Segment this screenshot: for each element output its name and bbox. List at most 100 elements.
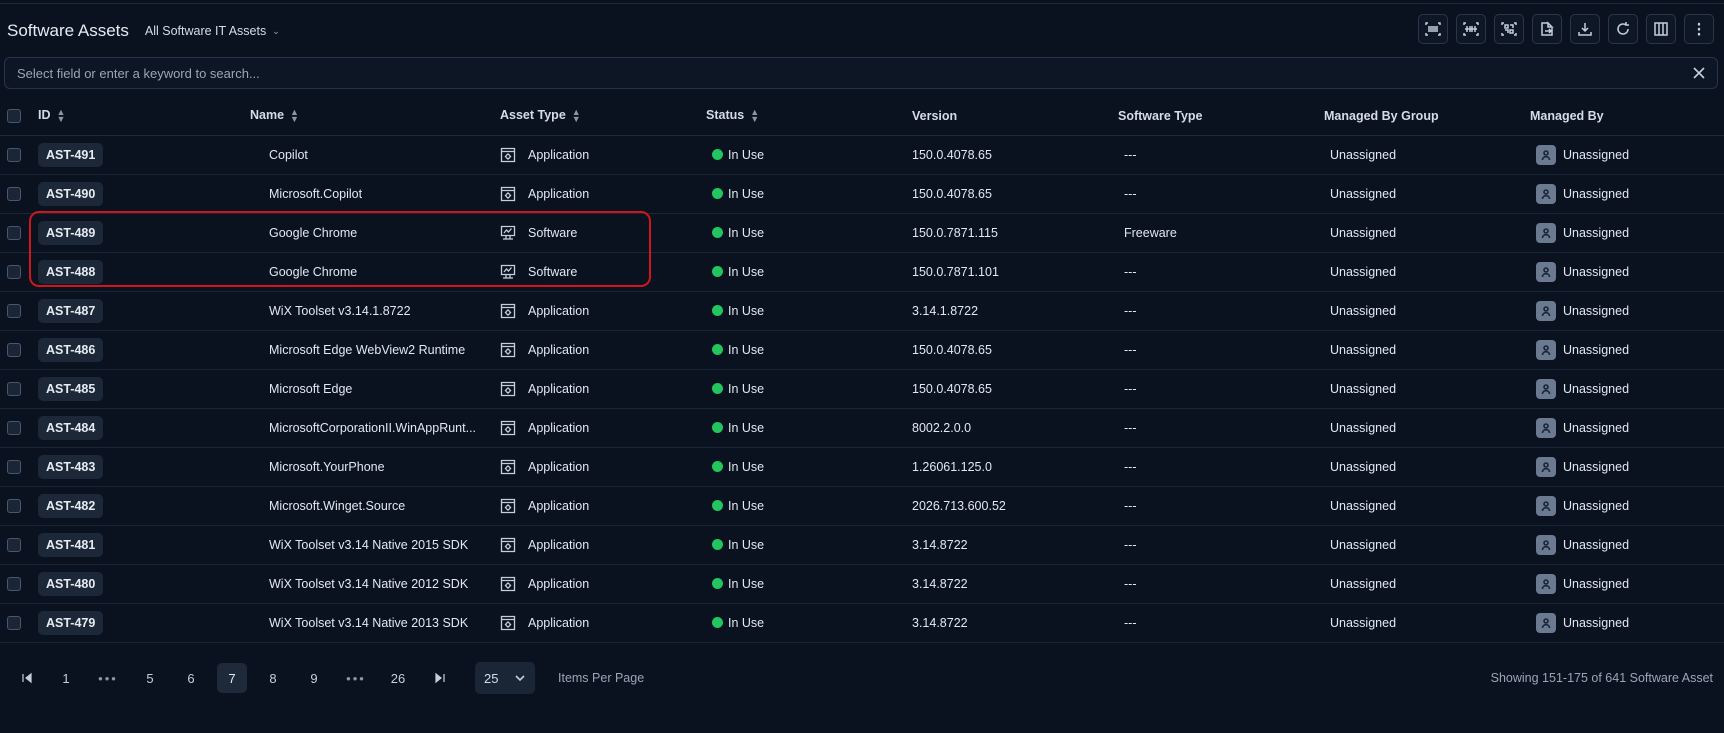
managed-by-group-cell: Unassigned (1324, 174, 1530, 214)
table-row[interactable]: AST-490 Microsoft.Copilot Application In Us… (0, 174, 1724, 214)
managed-by-group-cell: Unassigned (1324, 447, 1530, 487)
row-checkbox[interactable] (7, 225, 21, 240)
asset-name[interactable]: Google Chrome (250, 213, 500, 253)
table-row[interactable]: AST-483 Microsoft.YourPhone Application In … (0, 447, 1724, 487)
asset-name[interactable]: Microsoft.Copilot (250, 174, 500, 214)
table-row[interactable]: AST-488 Google Chrome Software In Use 150.0.… (0, 252, 1724, 292)
row-checkbox[interactable] (7, 303, 21, 318)
table-row[interactable]: AST-487 WiX Toolset v3.14.1.8722 Applicati… (0, 291, 1724, 331)
application-icon (500, 576, 516, 591)
row-checkbox[interactable] (7, 420, 21, 435)
column-header-status[interactable]: Status ▲ ▼ (706, 97, 912, 136)
version-cell: 150.0.4078.65 (912, 330, 1118, 370)
asset-id-badge[interactable]: AST-486 (38, 337, 104, 362)
select-all-checkbox[interactable] (7, 109, 21, 124)
asset-name[interactable]: WiX Toolset v3.14 Native 2012 SDK (250, 564, 500, 604)
asset-name[interactable]: Microsoft.Winget.Source (250, 486, 500, 526)
row-checkbox[interactable] (7, 576, 21, 591)
sort-icon: ▲ ▼ (571, 107, 581, 125)
more-button[interactable] (1684, 14, 1714, 44)
search-input[interactable] (17, 65, 1677, 81)
asset-id-badge[interactable]: AST-483 (38, 454, 104, 479)
barcode-scan-button[interactable] (1456, 14, 1486, 44)
row-checkbox[interactable] (7, 498, 21, 513)
asset-id-badge[interactable]: AST-489 (38, 220, 104, 245)
asset-name[interactable]: WiX Toolset v3.14.1.8722 (250, 291, 500, 331)
asset-id-badge[interactable]: AST-479 (38, 610, 104, 635)
column-header-id[interactable]: ID ▲ ▼ (34, 97, 250, 136)
asset-id-badge[interactable]: AST-484 (38, 415, 104, 440)
asset-name[interactable]: Microsoft.YourPhone (250, 447, 500, 487)
page-7-button[interactable]: 7 (217, 663, 247, 693)
column-header-name[interactable]: Name ▲ ▼ (250, 97, 500, 136)
status-label: In Use (728, 459, 765, 474)
column-header-managed-by-group[interactable]: Managed By Group (1324, 97, 1530, 136)
row-checkbox[interactable] (7, 615, 21, 630)
first-page-button[interactable] (12, 663, 42, 693)
download-button[interactable] (1570, 14, 1600, 44)
items-per-page-select[interactable]: 25 (475, 662, 535, 694)
barcode-button[interactable] (1418, 14, 1448, 44)
asset-name[interactable]: WiX Toolset v3.14 Native 2015 SDK (250, 525, 500, 565)
table-row[interactable]: AST-489 Google Chrome Software In Use 150.0.… (0, 213, 1724, 253)
row-checkbox[interactable] (7, 342, 21, 357)
asset-name[interactable]: WiX Toolset v3.14 Native 2013 SDK (250, 603, 500, 643)
view-selector[interactable]: All Software IT Assets ⌄ (145, 24, 280, 38)
user-icon (1541, 344, 1551, 355)
table-row[interactable]: AST-491 Copilot Application In Use 150.0.407… (0, 135, 1724, 175)
asset-name[interactable]: Copilot (250, 135, 500, 175)
columns-button[interactable] (1646, 14, 1676, 44)
row-checkbox[interactable] (7, 381, 21, 396)
table-row[interactable]: AST-486 Microsoft Edge WebView2 Runtime Ap… (0, 330, 1724, 370)
asset-type-label: Application (528, 459, 590, 474)
row-checkbox[interactable] (7, 537, 21, 552)
asset-id-badge[interactable]: AST-485 (38, 376, 104, 401)
export-button[interactable] (1532, 14, 1562, 44)
table-row[interactable]: AST-485 Microsoft Edge Application In Use 15… (0, 369, 1724, 409)
row-checkbox[interactable] (7, 264, 21, 279)
row-checkbox[interactable] (7, 186, 21, 201)
asset-id-badge[interactable]: AST-481 (38, 532, 104, 557)
managed-by-label: Unassigned (1563, 537, 1630, 552)
asset-id-badge[interactable]: AST-487 (38, 298, 104, 323)
managed-by-group-cell: Unassigned (1324, 486, 1530, 526)
asset-name[interactable]: Microsoft Edge (250, 369, 500, 409)
column-header-asset-type[interactable]: Asset Type ▲ ▼ (500, 97, 706, 136)
software-type-cell: --- (1118, 486, 1324, 526)
refresh-button[interactable] (1608, 14, 1638, 44)
asset-id-badge[interactable]: AST-490 (38, 181, 104, 206)
table-row[interactable]: AST-479 WiX Toolset v3.14 Native 2013 SDK… (0, 603, 1724, 643)
asset-id-badge[interactable]: AST-491 (38, 142, 104, 167)
qr-code-button[interactable] (1494, 14, 1524, 44)
row-checkbox[interactable] (7, 459, 21, 474)
page-26-button[interactable]: 26 (383, 663, 413, 693)
page-9-button[interactable]: 9 (299, 663, 329, 693)
asset-name[interactable]: Microsoft Edge WebView2 Runtime (250, 330, 500, 370)
table-row[interactable]: AST-480 WiX Toolset v3.14 Native 2012 SDK… (0, 564, 1724, 604)
column-header-managed-by[interactable]: Managed By (1530, 97, 1724, 136)
asset-id-badge[interactable]: AST-480 (38, 571, 104, 596)
view-selector-label: All Software IT Assets (144, 24, 267, 38)
clear-search-button[interactable] (1691, 65, 1707, 81)
asset-name[interactable]: Google Chrome (250, 252, 500, 292)
page-1-button[interactable]: 1 (51, 663, 81, 693)
user-icon (1541, 539, 1551, 550)
managed-by-group-cell: Unassigned (1324, 291, 1530, 331)
asset-id-badge[interactable]: AST-488 (38, 259, 104, 284)
asset-type-label: Software (528, 225, 578, 240)
last-page-button[interactable] (425, 663, 455, 693)
column-header-version[interactable]: Version (912, 97, 1118, 136)
asset-id-badge[interactable]: AST-482 (38, 493, 104, 518)
table-row[interactable]: AST-484 MicrosoftCorporationII.WinAppRunt… (0, 408, 1724, 448)
table-row[interactable]: AST-481 WiX Toolset v3.14 Native 2015 SDK… (0, 525, 1724, 565)
download-icon (1578, 23, 1592, 36)
asset-name[interactable]: MicrosoftCorporationII.WinAppRunt... (250, 408, 500, 448)
table-row[interactable]: AST-482 Microsoft.Winget.Source Applicatio… (0, 486, 1724, 526)
row-checkbox[interactable] (7, 147, 21, 162)
page-5-button[interactable]: 5 (135, 663, 165, 693)
page-6-button[interactable]: 6 (176, 663, 206, 693)
page-8-button[interactable]: 8 (258, 663, 288, 693)
column-header-software-type[interactable]: Software Type (1118, 97, 1324, 136)
managed-by-cell: Unassigned (1536, 339, 1724, 360)
avatar (1536, 573, 1556, 594)
